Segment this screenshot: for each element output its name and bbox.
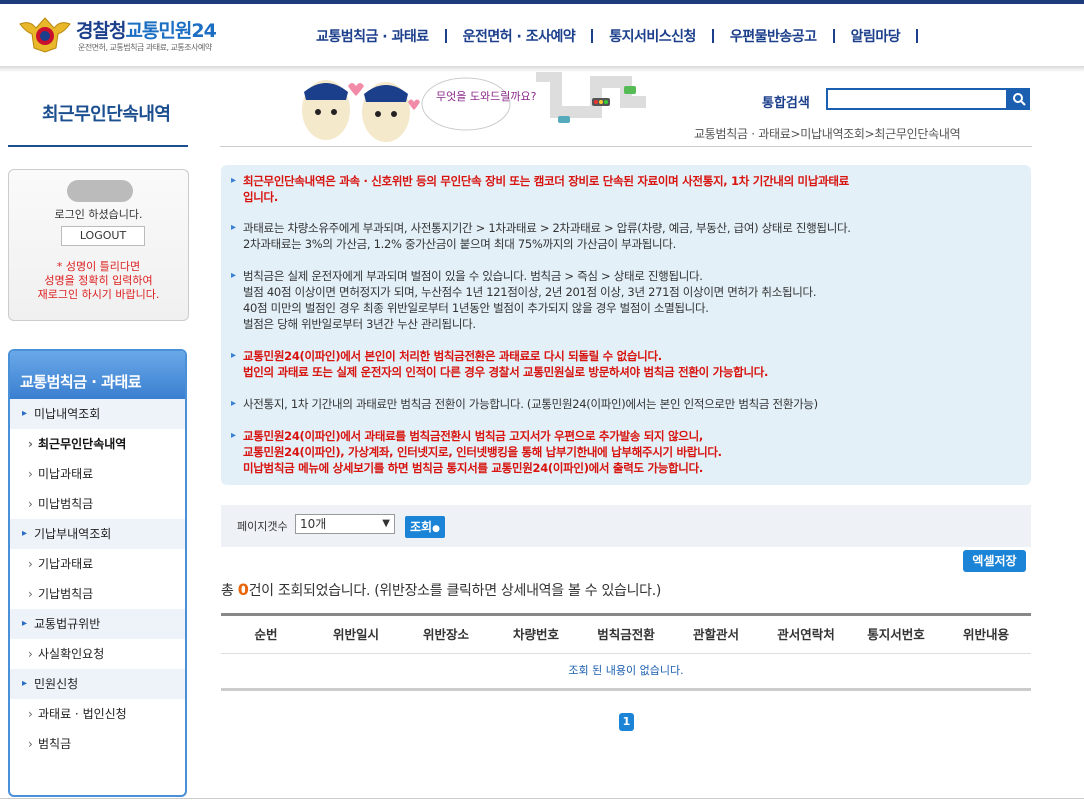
side-nav-paid-inquiry[interactable]: 기납부내역조회 bbox=[10, 519, 185, 549]
side-nav-fine-corporate-application[interactable]: 과태료 · 법인신청 bbox=[10, 699, 185, 729]
site-header: 경찰청교통민원24 운전면허, 교통범칙금 과태료, 교통조사예약 교통범칙금 … bbox=[0, 4, 1084, 68]
page-title-underline bbox=[8, 145, 188, 147]
notice-panel: 최근무인단속내역은 과속 · 신호위반 등의 무인단속 장비 또는 캠코더 장비… bbox=[221, 165, 1031, 485]
side-nav-recent-enforcement[interactable]: 최근무인단속내역 bbox=[10, 429, 185, 459]
nav-item-license[interactable]: 운전면허 · 조사예약 bbox=[447, 26, 592, 46]
notice-item: 범칙금은 실제 운전자에게 부과되며 벌점이 있을 수 있습니다. 범칙금 > … bbox=[231, 268, 816, 332]
side-navigation: 교통범칙금 · 과태료 미납내역조회 최근무인단속내역 미납과태료 미납범칙금 … bbox=[8, 349, 187, 797]
column-header: 위반내용 bbox=[962, 627, 1009, 642]
page-title: 최근무인단속내역 bbox=[42, 104, 171, 125]
column-header: 관서연락처 bbox=[777, 627, 835, 642]
column-header: 순번 bbox=[254, 627, 278, 642]
login-warning-text: * 성명이 틀리다면 성명을 정확히 입력하여 재로그인 하시기 바랍니다. bbox=[37, 260, 160, 301]
breadcrumb-divider bbox=[220, 146, 1032, 147]
breadcrumb: 교통범칙금 · 과태료>미납내역조회>최근무인단속내역 bbox=[694, 127, 961, 141]
side-nav-fact-check-request[interactable]: 사실확인요청 bbox=[10, 639, 185, 669]
search-icon bbox=[1013, 93, 1026, 106]
page-size-label: 페이지갯수 bbox=[237, 520, 288, 533]
page-size-value: 10개 bbox=[300, 517, 327, 531]
side-nav-penalty[interactable]: 범칙금 bbox=[10, 729, 185, 759]
page-size-select[interactable]: 10개 ▼ bbox=[295, 514, 395, 534]
side-nav-civil-application[interactable]: 민원신청 bbox=[10, 669, 185, 699]
column-header: 통지서번호 bbox=[867, 627, 925, 642]
main-navigation: 교통범칙금 · 과태료 운전면허 · 조사예약 통지서비스신청 우편물반송공고 … bbox=[300, 26, 919, 46]
nav-separator bbox=[916, 29, 919, 43]
side-nav-paid-fines[interactable]: 기납과태료 bbox=[10, 549, 185, 579]
table-header: 순번 위반일시 위반장소 차량번호 범칙금전환 관할관서 관서연락처 통지서번호… bbox=[221, 616, 1031, 654]
result-prefix: 총 bbox=[221, 583, 238, 599]
search-options-bar: 페이지갯수 10개 ▼ 조회● bbox=[221, 505, 1031, 547]
logout-button[interactable]: LOGOUT bbox=[61, 226, 145, 246]
notice-item: 교통민원24(이파인)에서 과태료를 범칙금전환시 범칙금 고지서가 우편으로 … bbox=[231, 428, 722, 476]
logo-subtitle: 운전면허, 교통범칙금 과태료, 교통조사예약 bbox=[78, 43, 212, 52]
nav-item-returned-mail[interactable]: 우편물반송공고 bbox=[714, 26, 833, 46]
search-label: 통합검색 bbox=[762, 96, 810, 111]
chevron-down-icon: ▼ bbox=[382, 518, 390, 529]
column-header: 범칙금전환 bbox=[597, 627, 655, 642]
query-button-label: 조회 bbox=[410, 520, 433, 534]
notice-item: 교통민원24(이파인)에서 본인이 처리한 범칙금전환은 과태료로 다시 되돌릴… bbox=[231, 348, 768, 380]
result-summary: 총 0건이 조회되었습니다. (위반장소를 클릭하면 상세내역을 볼 수 있습니… bbox=[221, 580, 661, 600]
nav-item-notice-board[interactable]: 알림마당 bbox=[835, 26, 917, 46]
side-nav-traffic-violation[interactable]: 교통법규위반 bbox=[10, 609, 185, 639]
nav-item-notification[interactable]: 통지서비스신청 bbox=[593, 26, 712, 46]
login-panel: 로그인 하셨습니다. LOGOUT * 성명이 틀리다면 성명을 정확히 입력하… bbox=[8, 169, 189, 321]
side-nav-unpaid-fines[interactable]: 미납과태료 bbox=[10, 459, 185, 489]
login-status-text: 로그인 하셨습니다. bbox=[54, 208, 143, 221]
side-nav-title: 교통범칙금 · 과태료 bbox=[10, 351, 185, 399]
notice-item: 사전통지, 1차 기간내의 과태료만 범칙금 전환이 가능합니다. (교통민원2… bbox=[231, 396, 818, 412]
notice-item: 최근무인단속내역은 과속 · 신호위반 등의 무인단속 장비 또는 캠코더 장비… bbox=[231, 173, 849, 205]
query-button[interactable]: 조회● bbox=[405, 516, 445, 538]
column-header: 차량번호 bbox=[512, 627, 559, 642]
column-header: 위반장소 bbox=[422, 627, 469, 642]
table-empty-message: 조회 된 내용이 없습니다. bbox=[568, 664, 684, 677]
logo-title: 경찰청교통민원24 bbox=[76, 16, 217, 43]
mascot-illustration: 무엇을 도와드릴까요? bbox=[302, 72, 646, 142]
nav-item-fines[interactable]: 교통범칙금 · 과태료 bbox=[300, 26, 445, 46]
footer-divider bbox=[0, 798, 1084, 799]
pagination-page-current[interactable]: 1 bbox=[619, 713, 634, 731]
logo-title-agency: 경찰청 bbox=[76, 20, 126, 42]
result-count: 0 bbox=[237, 580, 249, 599]
results-table: 순번 위반일시 위반장소 차량번호 범칙금전환 관할관서 관서연락처 통지서번호… bbox=[221, 613, 1031, 691]
logo-title-service: 교통민원24 bbox=[125, 20, 216, 42]
result-suffix: 건이 조회되었습니다. (위반장소를 클릭하면 상세내역을 볼 수 있습니다.) bbox=[248, 583, 662, 599]
illustration-caption-line1: 무엇을 도와드릴까요? bbox=[436, 90, 537, 103]
notice-item: 과태료는 차량소유주에게 부과되며, 사전통지기간 > 1차과태료 > 2차과태… bbox=[231, 220, 851, 252]
column-header: 관할관서 bbox=[692, 627, 739, 642]
excel-export-button[interactable]: 엑셀저장 bbox=[963, 550, 1026, 572]
search-button[interactable] bbox=[1008, 88, 1030, 110]
search-input[interactable] bbox=[826, 88, 1008, 110]
site-logo[interactable]: 경찰청교통민원24 운전면허, 교통범칙금 과태료, 교통조사예약 bbox=[18, 14, 248, 56]
police-emblem-icon bbox=[19, 17, 71, 53]
side-nav-unpaid-penalties[interactable]: 미납범칙금 bbox=[10, 489, 185, 519]
side-nav-unpaid-inquiry[interactable]: 미납내역조회 bbox=[10, 399, 185, 429]
column-header: 위반일시 bbox=[332, 627, 379, 642]
side-nav-paid-penalties[interactable]: 기납범칙금 bbox=[10, 579, 185, 609]
search-icon: ● bbox=[432, 524, 440, 534]
user-name-redacted bbox=[67, 180, 133, 202]
